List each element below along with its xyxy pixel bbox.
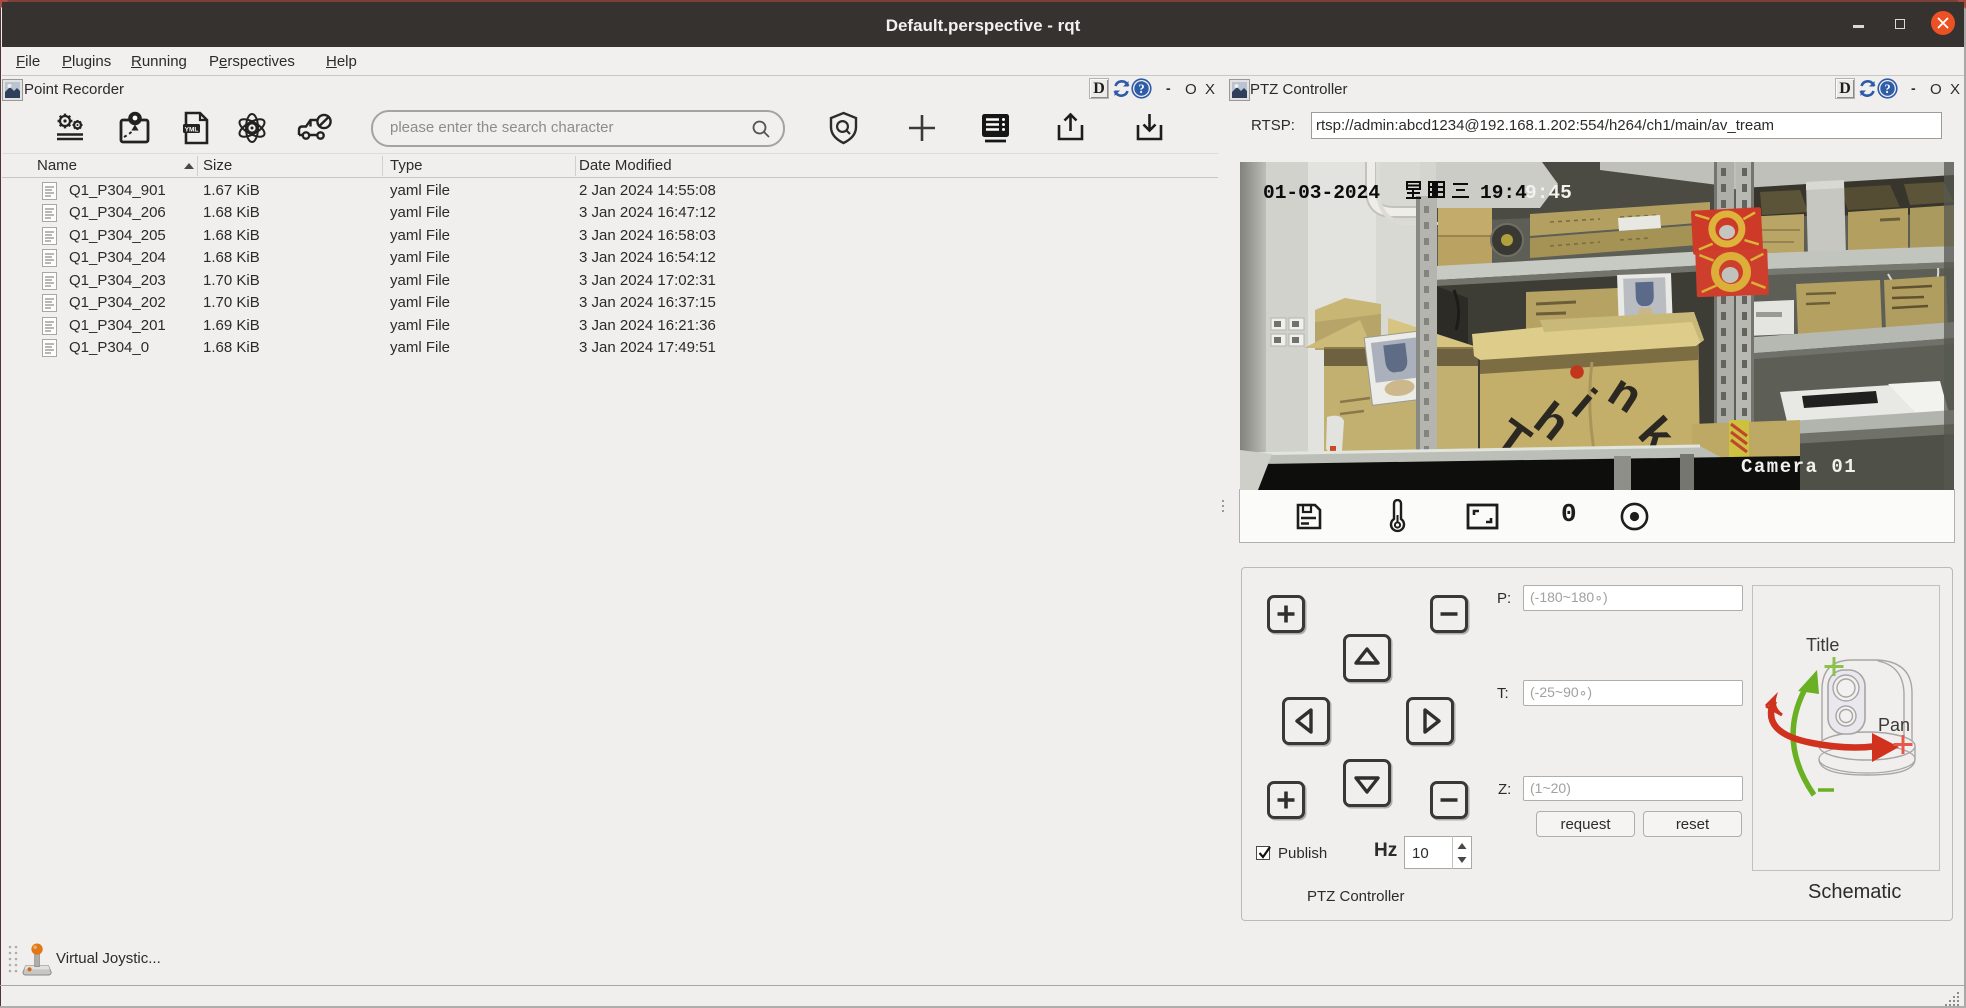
svg-text:19:4: 19:4: [1480, 182, 1527, 204]
svg-text:?: ?: [1884, 82, 1890, 96]
svg-text:01-03-2024: 01-03-2024: [1263, 182, 1380, 204]
svg-text:?: ?: [1138, 82, 1144, 96]
svg-text:Title: Title: [1806, 635, 1839, 655]
svg-text:Pan: Pan: [1878, 715, 1910, 735]
svg-text:YML: YML: [185, 126, 199, 133]
svg-text:9:45: 9:45: [1525, 182, 1572, 204]
svg-text:Camera 01: Camera 01: [1741, 456, 1857, 478]
